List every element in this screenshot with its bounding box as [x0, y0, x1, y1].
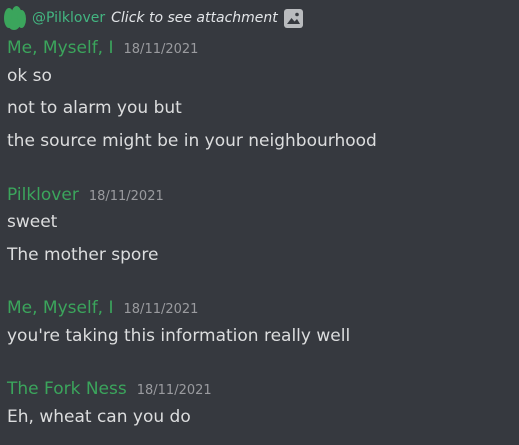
message-text: The mother spore — [7, 245, 159, 265]
message-group: The Fork Ness 18/11/2021 — [7, 379, 212, 399]
message-group: Me, Myself, I 18/11/2021 — [7, 38, 198, 58]
image-icon[interactable] — [283, 8, 303, 28]
message-group: Me, Myself, I 18/11/2021 — [7, 298, 198, 318]
reply-preview[interactable]: @Pilklover Click to see attachment — [2, 6, 303, 30]
message-group: Pilklover 18/11/2021 — [7, 185, 164, 205]
message-header: The Fork Ness 18/11/2021 — [7, 379, 212, 399]
author-name[interactable]: The Fork Ness — [7, 379, 127, 399]
reply-username[interactable]: @Pilklover — [32, 10, 105, 26]
reply-avatar — [2, 6, 26, 30]
message-timestamp: 18/11/2021 — [136, 383, 212, 398]
message-text: ok so — [7, 66, 52, 86]
message-text: Eh, wheat can you do — [7, 407, 191, 427]
message-timestamp: 18/11/2021 — [88, 189, 164, 204]
message-text: not to alarm you but — [7, 98, 182, 118]
message-header: Me, Myself, I 18/11/2021 — [7, 298, 198, 318]
chat-window: { "reply": { "username": "@Pilklover", "… — [0, 0, 519, 445]
author-name[interactable]: Pilklover — [7, 185, 79, 205]
author-name[interactable]: Me, Myself, I — [7, 298, 114, 318]
author-name[interactable]: Me, Myself, I — [7, 38, 114, 58]
message-timestamp: 18/11/2021 — [123, 42, 199, 57]
message-header: Me, Myself, I 18/11/2021 — [7, 38, 198, 58]
reply-attachment-link[interactable]: Click to see attachment — [111, 10, 278, 26]
message-text: you're taking this information really we… — [7, 326, 351, 346]
message-header: Pilklover 18/11/2021 — [7, 185, 164, 205]
message-text: the source might be in your neighbourhoo… — [7, 131, 377, 151]
message-timestamp: 18/11/2021 — [123, 302, 199, 317]
message-text: sweet — [7, 212, 58, 232]
